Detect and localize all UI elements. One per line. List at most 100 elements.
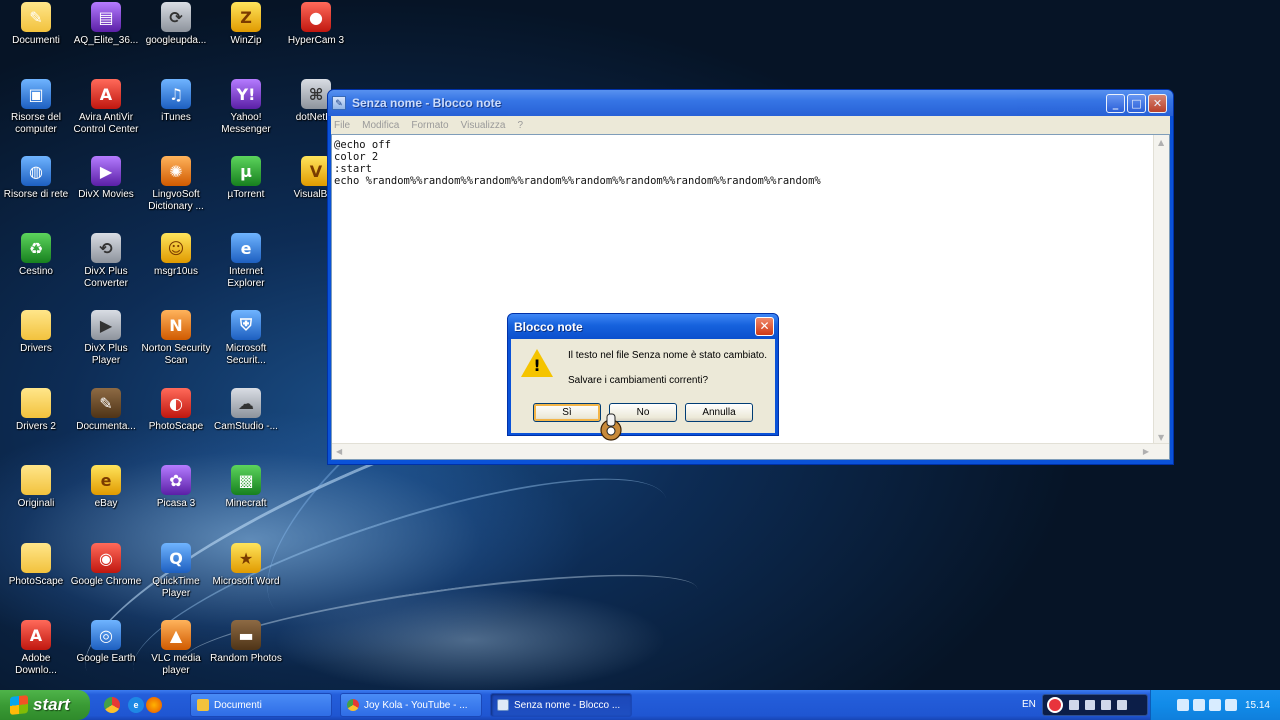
horizontal-scrollbar[interactable]: ◀ ▶ bbox=[332, 443, 1169, 459]
desktop-shortcut[interactable]: ● HyperCam 3 bbox=[280, 2, 352, 76]
divx-converter-icon: ⟲ bbox=[91, 233, 121, 263]
yes-button[interactable]: Sì bbox=[533, 403, 601, 422]
desktop-shortcut[interactable]: ☁ CamStudio -... bbox=[210, 388, 282, 462]
notepad-content[interactable]: @echo off color 2 :start echo %random%%r… bbox=[332, 135, 1169, 191]
desktop-shortcut-label: VLC media player bbox=[151, 653, 201, 676]
tray-app-icon[interactable] bbox=[1224, 699, 1237, 711]
desktop-shortcut[interactable]: ▶ DivX Plus Player bbox=[70, 310, 142, 384]
vertical-scrollbar[interactable]: ▲ ▼ bbox=[1153, 135, 1169, 445]
desktop-shortcut[interactable]: e eBay bbox=[70, 465, 142, 539]
desktop-shortcut[interactable]: Z WinZip bbox=[210, 2, 282, 76]
desktop-shortcut[interactable]: ⟳ googleupda... bbox=[140, 2, 212, 76]
desktop-shortcut[interactable]: ✺ LingvoSoft Dictionary ... bbox=[140, 156, 212, 230]
menu-help[interactable]: ? bbox=[517, 120, 523, 131]
desktop-shortcut[interactable]: Originali bbox=[0, 465, 72, 539]
pause-icon[interactable] bbox=[1069, 700, 1079, 710]
desktop-shortcut[interactable]: Drivers bbox=[0, 310, 72, 384]
desktop-shortcut[interactable]: Y! Yahoo! Messenger bbox=[210, 79, 282, 153]
desktop-shortcut[interactable]: ▲ VLC media player bbox=[140, 620, 212, 690]
desktop-shortcut[interactable]: ♻ Cestino bbox=[0, 233, 72, 307]
menu-formato[interactable]: Formato bbox=[411, 120, 448, 131]
menu-file[interactable]: File bbox=[334, 120, 350, 131]
maximize-button[interactable]: □ bbox=[1127, 93, 1146, 113]
record-icon[interactable] bbox=[1047, 697, 1063, 713]
photoscape-icon: ◐ bbox=[161, 388, 191, 418]
settings-icon[interactable] bbox=[1117, 700, 1127, 710]
desktop-shortcut[interactable]: PhotoScape bbox=[0, 543, 72, 617]
desktop-shortcut[interactable]: Q QuickTime Player bbox=[140, 543, 212, 617]
picasa-icon: ✿ bbox=[161, 465, 191, 495]
desktop-shortcut[interactable]: ◍ Risorse di rete bbox=[0, 156, 72, 230]
desktop-shortcut-label: LingvoSoft Dictionary ... bbox=[148, 189, 204, 212]
desktop-shortcut[interactable]: ⛨ Microsoft Securit... bbox=[210, 310, 282, 384]
desktop-shortcut-label: PhotoScape bbox=[148, 421, 204, 432]
internet-explorer-icon[interactable]: e bbox=[128, 697, 144, 713]
start-label: start bbox=[33, 695, 70, 714]
desktop-shortcut[interactable]: ⟲ DivX Plus Converter bbox=[70, 233, 142, 307]
scroll-right-icon[interactable]: ▶ bbox=[1143, 447, 1149, 456]
avira-icon: A bbox=[91, 79, 121, 109]
tray-volume-icon[interactable] bbox=[1192, 699, 1205, 711]
dialog-close-button[interactable]: ✕ bbox=[755, 317, 774, 336]
desktop-shortcut[interactable]: µ µTorrent bbox=[210, 156, 282, 230]
menu-visualizza[interactable]: Visualizza bbox=[461, 120, 506, 131]
desktop-shortcut[interactable]: Drivers 2 bbox=[0, 388, 72, 462]
my-computer-icon: ▣ bbox=[21, 79, 51, 109]
camstudio-icon: ☁ bbox=[231, 388, 261, 418]
minimize-button[interactable]: _ bbox=[1106, 93, 1125, 113]
desktop-shortcut[interactable]: ◎ Google Earth bbox=[70, 620, 142, 690]
dialog-titlebar[interactable]: Blocco note ✕ bbox=[508, 314, 778, 339]
scroll-down-icon[interactable]: ▼ bbox=[1158, 433, 1164, 442]
dialog-title: Blocco note bbox=[514, 319, 583, 334]
desktop-shortcut-label: Google Chrome bbox=[70, 576, 142, 587]
desktop-shortcut[interactable]: ✿ Picasa 3 bbox=[140, 465, 212, 539]
desktop-shortcut[interactable]: A Adobe Downlo... bbox=[0, 620, 72, 690]
menu-modifica[interactable]: Modifica bbox=[362, 120, 399, 131]
chrome-icon bbox=[347, 699, 359, 711]
language-indicator[interactable]: EN bbox=[1022, 699, 1036, 710]
documents-folder-icon: ✎ bbox=[21, 2, 51, 32]
desktop-shortcut[interactable]: ♫ iTunes bbox=[140, 79, 212, 153]
desktop-shortcut[interactable]: ◉ Google Chrome bbox=[70, 543, 142, 617]
stop-icon[interactable] bbox=[1085, 700, 1095, 710]
save-changes-dialog[interactable]: Blocco note ✕ ! Il testo nel file Senza … bbox=[507, 313, 779, 436]
tray-network-icon[interactable] bbox=[1176, 699, 1189, 711]
desktop-shortcut[interactable]: ▤ AQ_Elite_36... bbox=[70, 2, 142, 76]
desktop-shortcut[interactable]: ☺ msgr10us bbox=[140, 233, 212, 307]
scroll-left-icon[interactable]: ◀ bbox=[336, 447, 342, 456]
desktop-shortcut[interactable]: ◐ PhotoScape bbox=[140, 388, 212, 462]
notepad-titlebar[interactable]: ✎ Senza nome - Blocco note _ □ ✕ bbox=[328, 90, 1173, 116]
desktop-shortcut[interactable]: ✎ Documenti bbox=[0, 2, 72, 76]
start-button[interactable]: start bbox=[0, 690, 90, 720]
lingvosoft-icon: ✺ bbox=[161, 156, 191, 186]
dialog-body: ! Il testo nel file Senza nome è stato c… bbox=[511, 339, 775, 433]
warning-exclamation: ! bbox=[533, 356, 541, 375]
close-button[interactable]: ✕ bbox=[1148, 93, 1167, 113]
desktop-shortcut-label: Risorse di rete bbox=[3, 189, 69, 200]
firefox-icon[interactable] bbox=[146, 697, 162, 713]
cancel-button[interactable]: Annulla bbox=[685, 403, 753, 422]
desktop-shortcut[interactable]: e Internet Explorer bbox=[210, 233, 282, 307]
tray-security-icon[interactable] bbox=[1208, 699, 1221, 711]
task-youtube[interactable]: Joy Kola - YouTube - ... bbox=[340, 693, 482, 717]
clock[interactable]: 15.14 bbox=[1245, 700, 1270, 711]
desktop-shortcut[interactable]: ▩ Minecraft bbox=[210, 465, 282, 539]
desktop-shortcut[interactable]: ▬ Random Photos bbox=[210, 620, 282, 690]
dialog-message: Il testo nel file Senza nome è stato cam… bbox=[568, 350, 767, 361]
desktop-shortcut[interactable]: ✎ Documenta... bbox=[70, 388, 142, 462]
chrome-icon[interactable] bbox=[104, 697, 120, 713]
scroll-up-icon[interactable]: ▲ bbox=[1158, 138, 1164, 147]
desktop-shortcut[interactable]: N Norton Security Scan bbox=[140, 310, 212, 384]
task-documenti[interactable]: Documenti bbox=[190, 693, 332, 717]
desktop-shortcut[interactable]: ▣ Risorse del computer bbox=[0, 79, 72, 153]
desktop-shortcut[interactable]: A Avira AntiVir Control Center bbox=[70, 79, 142, 153]
notepad-title: Senza nome - Blocco note bbox=[352, 96, 502, 110]
close-icon[interactable] bbox=[1101, 700, 1111, 710]
desktop-shortcut[interactable]: ★ Microsoft Word bbox=[210, 543, 282, 617]
desktop-shortcut[interactable]: ▶ DivX Movies bbox=[70, 156, 142, 230]
notepad-menubar: File Modifica Formato Visualizza ? bbox=[331, 116, 1170, 134]
folder-icon bbox=[21, 310, 51, 340]
recycle-bin-icon: ♻ bbox=[21, 233, 51, 263]
task-notepad[interactable]: Senza nome - Blocco ... bbox=[490, 693, 632, 717]
hypercam-icon: ● bbox=[301, 2, 331, 32]
